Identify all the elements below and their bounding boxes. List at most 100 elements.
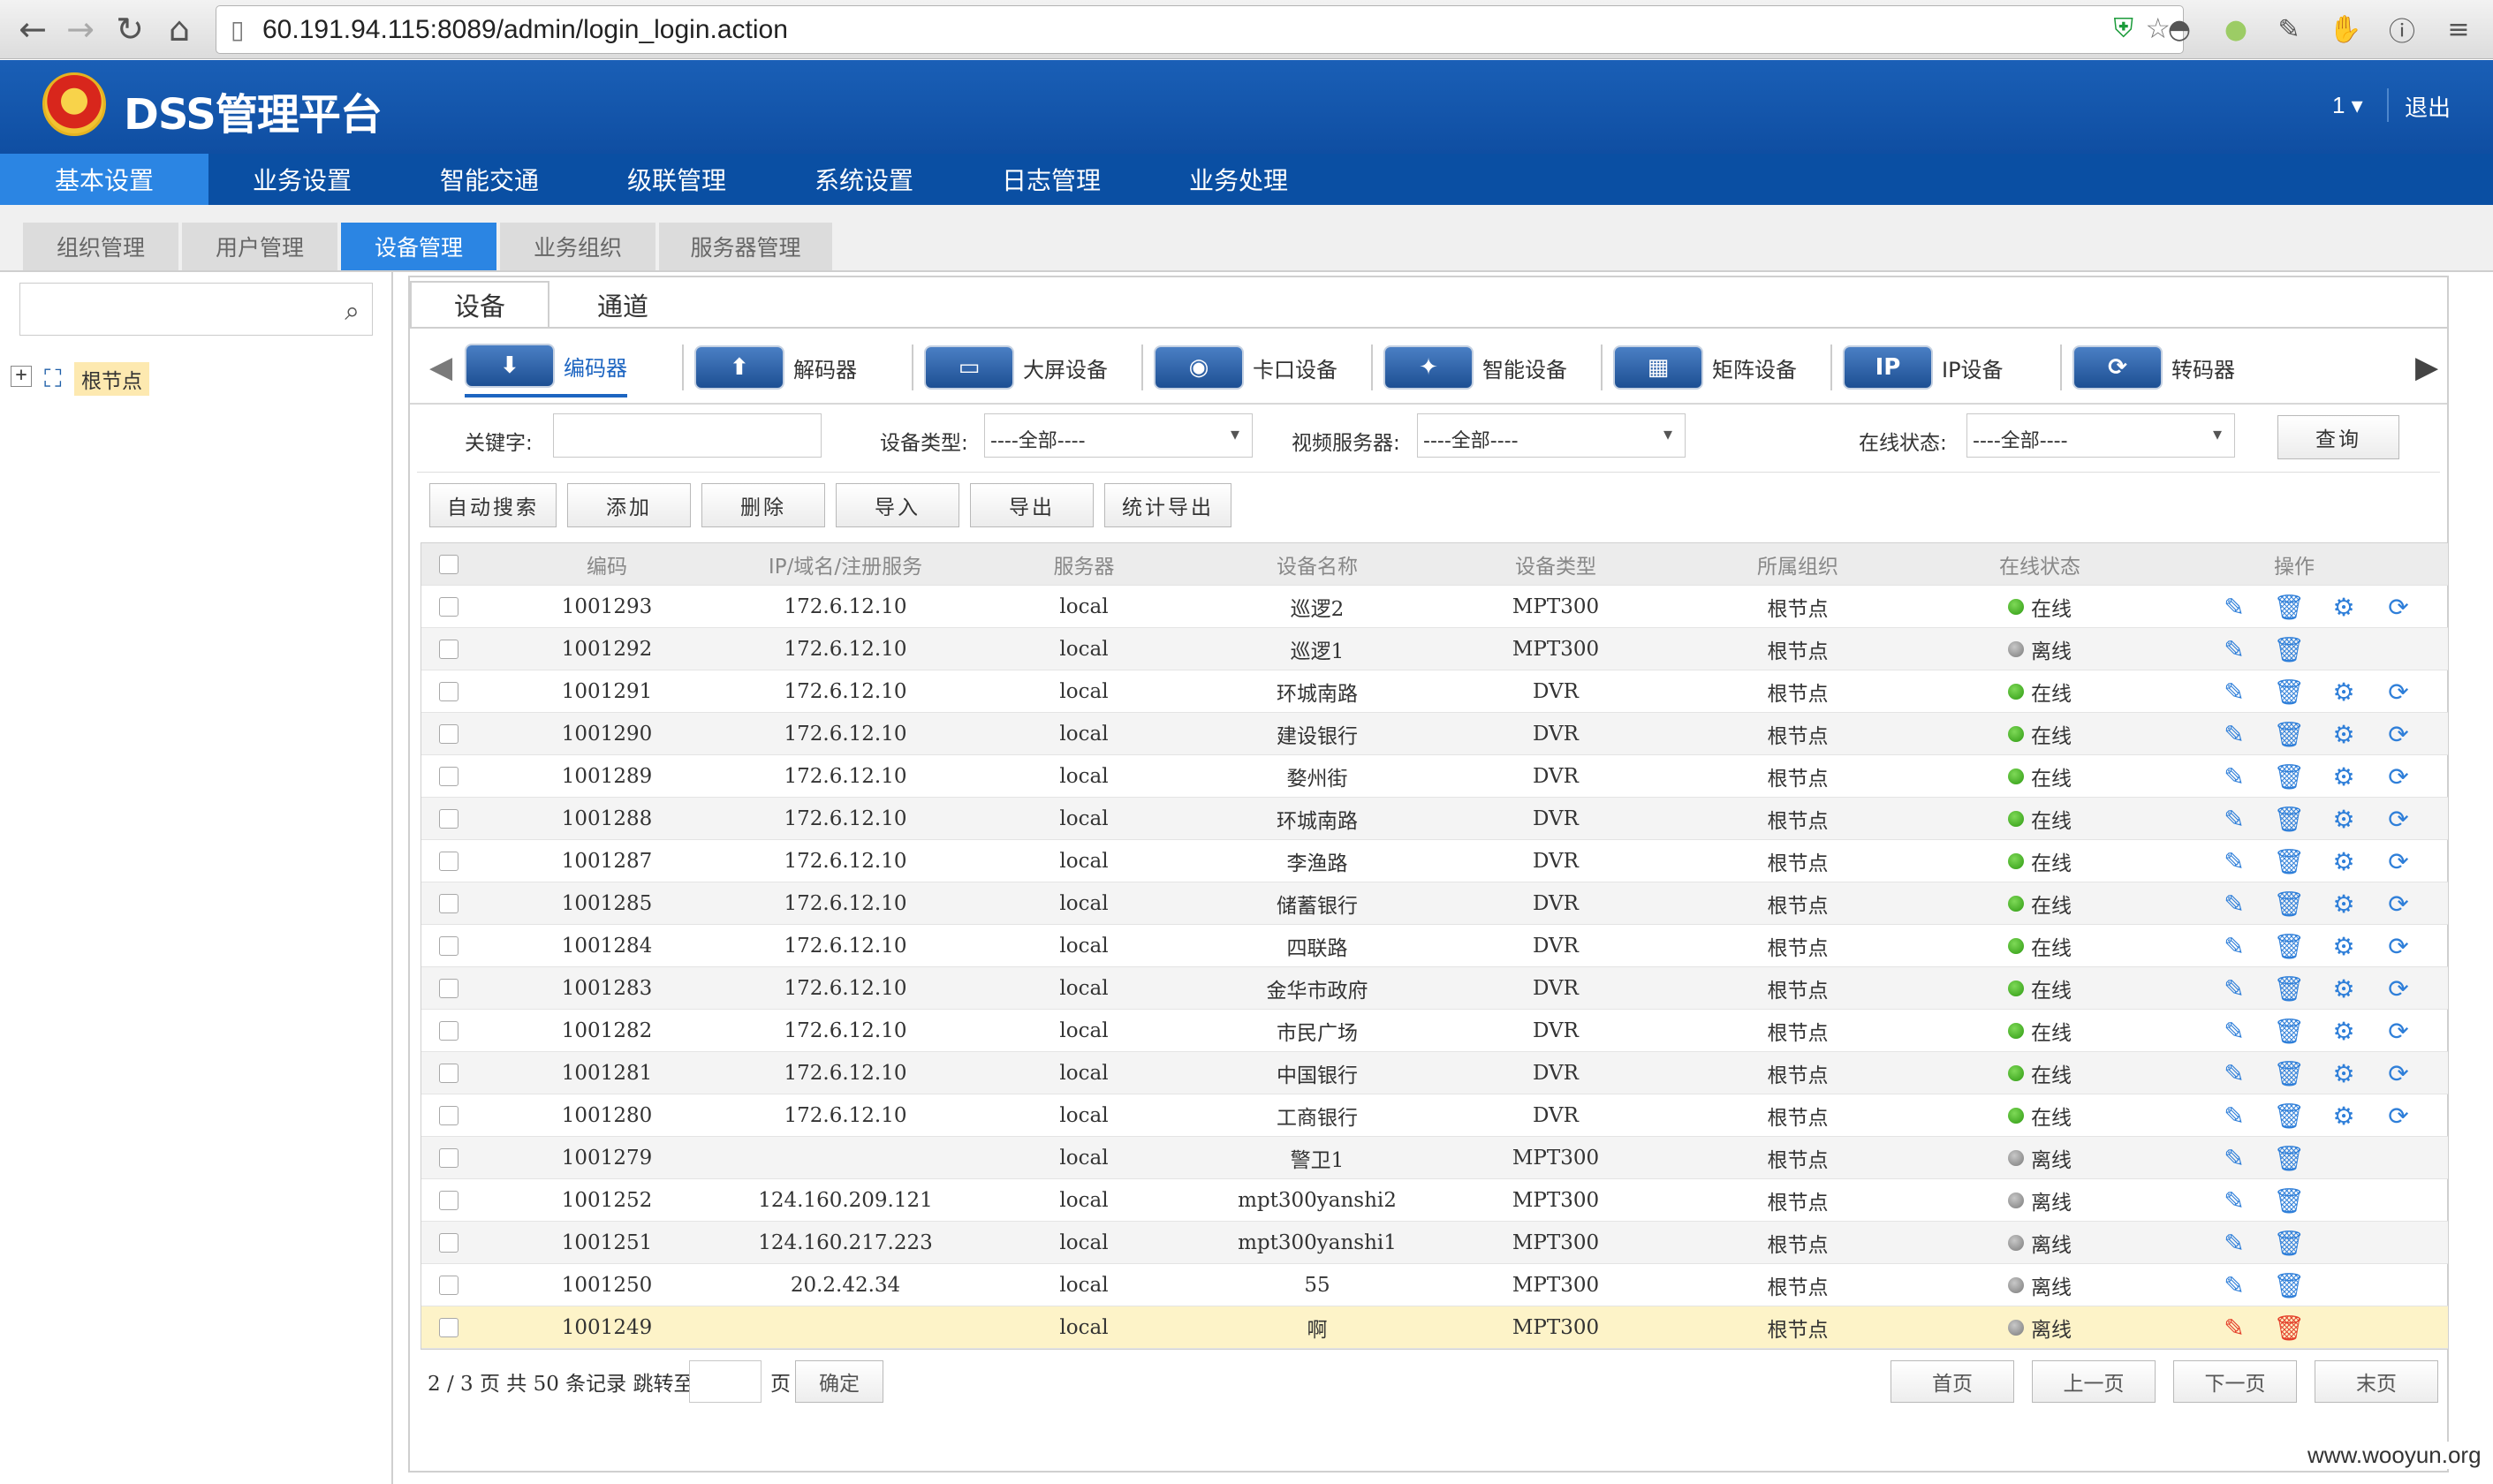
table-row[interactable]: 1001252 124.160.209.121 local mpt300yanshi2… xyxy=(421,1179,2448,1222)
col-header-ip[interactable]: IP/域名/注册服务 xyxy=(713,543,978,586)
table-row[interactable]: 1001287 172.6.12.10 local 李渔路 DVR 根节点 在线 ✎ 🗑 ⚙ ⟳ xyxy=(421,840,2448,882)
refresh-icon[interactable]: ⟳ xyxy=(2384,1017,2413,1046)
refresh-icon[interactable]: ⟳ xyxy=(2384,1102,2413,1131)
trash-icon[interactable]: 🗑 xyxy=(2273,974,2305,1003)
device-type-7[interactable]: ⟳ 转码器 xyxy=(2072,337,2235,398)
hand-extension-icon[interactable]: ✋ xyxy=(2329,12,2362,46)
gear-icon[interactable]: ⚙ xyxy=(2330,805,2358,834)
scroll-right-icon[interactable]: ▶ xyxy=(2415,350,2438,385)
gear-icon[interactable]: ⚙ xyxy=(2330,890,2358,919)
gear-icon[interactable]: ⚙ xyxy=(2330,593,2358,622)
gear-icon[interactable]: ⚙ xyxy=(2330,847,2358,876)
trash-icon[interactable]: 🗑 xyxy=(2273,1314,2305,1343)
address-bar[interactable]: ▯ 60.191.94.115:8089/admin/login_login.a… xyxy=(216,5,2184,54)
tab-org-management[interactable]: 组织管理 xyxy=(23,223,178,270)
tab-device-management[interactable]: 设备管理 xyxy=(341,223,496,270)
trash-icon[interactable]: 🗑 xyxy=(2273,1186,2305,1215)
refresh-icon[interactable]: ⟳ xyxy=(2384,593,2413,622)
prev-page-button[interactable]: 上一页 xyxy=(2032,1360,2156,1403)
gear-icon[interactable]: ⚙ xyxy=(2330,720,2358,749)
edit-icon[interactable]: ✎ xyxy=(2220,890,2248,919)
row-checkbox[interactable] xyxy=(437,713,460,755)
pen-extension-icon[interactable]: ✎ xyxy=(2272,12,2306,46)
select-all-checkbox[interactable] xyxy=(437,543,460,586)
device-type-6[interactable]: IP IP设备 xyxy=(1843,337,2004,398)
main-nav-item-business-settings[interactable]: 业务设置 xyxy=(208,154,396,205)
edit-icon[interactable]: ✎ xyxy=(2220,762,2248,791)
main-nav-item-log[interactable]: 日志管理 xyxy=(958,154,1145,205)
table-row[interactable]: 1001251 124.160.217.223 local mpt300yanshi1… xyxy=(421,1222,2448,1264)
edit-icon[interactable]: ✎ xyxy=(2220,678,2248,707)
edit-icon[interactable]: ✎ xyxy=(2220,1271,2248,1300)
edit-icon[interactable]: ✎ xyxy=(2220,932,2248,961)
trash-icon[interactable]: 🗑 xyxy=(2273,720,2305,749)
reload-icon[interactable]: ↻ xyxy=(110,9,150,49)
gear-icon[interactable]: ⚙ xyxy=(2330,1102,2358,1131)
table-row[interactable]: 1001284 172.6.12.10 local 四联路 DVR 根节点 在线 ✎ 🗑 ⚙ ⟳ xyxy=(421,925,2448,967)
table-row[interactable]: 1001293 172.6.12.10 local 巡逻2 MPT300 根节点 在线 ✎ 🗑 ⚙… xyxy=(421,586,2448,628)
trash-icon[interactable]: 🗑 xyxy=(2273,678,2305,707)
tree-search-input[interactable]: ⌕ xyxy=(19,283,373,336)
col-header-device-name[interactable]: 设备名称 xyxy=(1185,543,1450,586)
import-button[interactable]: 导入 xyxy=(836,483,959,527)
table-row[interactable]: 1001285 172.6.12.10 local 储蓄银行 DVR 根节点 在线 ✎ 🗑 ⚙ ⟳ xyxy=(421,882,2448,925)
edit-icon[interactable]: ✎ xyxy=(2220,1017,2248,1046)
table-row[interactable]: 1001281 172.6.12.10 local 中国银行 DVR 根节点 在线 ✎ 🗑 ⚙ ⟳ xyxy=(421,1052,2448,1094)
gear-icon[interactable]: ⚙ xyxy=(2330,762,2358,791)
gear-icon[interactable]: ⚙ xyxy=(2330,974,2358,1003)
tree-node-root[interactable]: 根节点 xyxy=(74,362,149,396)
online-status-select[interactable]: ----全部---- ▾ xyxy=(1966,413,2235,458)
row-checkbox[interactable] xyxy=(437,670,460,713)
row-checkbox[interactable] xyxy=(437,967,460,1010)
edit-icon[interactable]: ✎ xyxy=(2220,805,2248,834)
mask-extension-icon[interactable]: ◓ xyxy=(2163,12,2196,46)
edit-icon[interactable]: ✎ xyxy=(2220,974,2248,1003)
row-checkbox[interactable] xyxy=(437,1052,460,1094)
trash-icon[interactable]: 🗑 xyxy=(2273,1271,2305,1300)
edit-icon[interactable]: ✎ xyxy=(2220,593,2248,622)
col-header-code[interactable]: 编码 xyxy=(536,543,678,586)
trash-icon[interactable]: 🗑 xyxy=(2273,762,2305,791)
row-checkbox[interactable] xyxy=(437,798,460,840)
last-page-button[interactable]: 末页 xyxy=(2315,1360,2438,1403)
trash-icon[interactable]: 🗑 xyxy=(2273,1144,2305,1173)
refresh-icon[interactable]: ⟳ xyxy=(2384,847,2413,876)
refresh-icon[interactable]: ⟳ xyxy=(2384,805,2413,834)
device-type-4[interactable]: ✦ 智能设备 xyxy=(1383,337,1567,398)
row-checkbox[interactable] xyxy=(437,1137,460,1179)
tab-business-org[interactable]: 业务组织 xyxy=(500,223,655,270)
edit-icon[interactable]: ✎ xyxy=(2220,1102,2248,1131)
row-checkbox[interactable] xyxy=(437,882,460,925)
trash-icon[interactable]: 🗑 xyxy=(2273,847,2305,876)
row-checkbox[interactable] xyxy=(437,1094,460,1137)
refresh-icon[interactable]: ⟳ xyxy=(2384,890,2413,919)
edit-icon[interactable]: ✎ xyxy=(2220,720,2248,749)
col-header-device-type[interactable]: 设备类型 xyxy=(1485,543,1626,586)
col-header-server[interactable]: 服务器 xyxy=(1013,543,1155,586)
first-page-button[interactable]: 首页 xyxy=(1891,1360,2014,1403)
trash-icon[interactable]: 🗑 xyxy=(2273,890,2305,919)
row-checkbox[interactable] xyxy=(437,1179,460,1222)
trash-icon[interactable]: 🗑 xyxy=(2273,932,2305,961)
edit-icon[interactable]: ✎ xyxy=(2220,1314,2248,1343)
main-nav-item-business-process[interactable]: 业务处理 xyxy=(1145,154,1332,205)
refresh-icon[interactable]: ⟳ xyxy=(2384,720,2413,749)
table-row[interactable]: 1001283 172.6.12.10 local 金华市政府 DVR 根节点 在线 ✎ 🗑 ⚙ ⟳ xyxy=(421,967,2448,1010)
circle-extension-icon[interactable]: ● xyxy=(2219,12,2253,46)
row-checkbox[interactable] xyxy=(437,1010,460,1052)
device-type-0[interactable]: ⬇ 编码器 xyxy=(465,337,627,398)
stats-export-button[interactable]: 统计导出 xyxy=(1104,483,1231,527)
gear-icon[interactable]: ⚙ xyxy=(2330,1017,2358,1046)
edit-icon[interactable]: ✎ xyxy=(2220,635,2248,664)
search-icon[interactable]: ⌕ xyxy=(345,296,360,327)
device-type-5[interactable]: ▦ 矩阵设备 xyxy=(1613,337,1797,398)
edit-icon[interactable]: ✎ xyxy=(2220,1229,2248,1258)
logout-link[interactable]: 退出 xyxy=(2405,90,2451,123)
table-row[interactable]: 1001280 172.6.12.10 local 工商银行 DVR 根节点 在线 ✎ 🗑 ⚙ ⟳ xyxy=(421,1094,2448,1137)
home-icon[interactable]: ⌂ xyxy=(159,9,200,49)
table-row[interactable]: 1001291 172.6.12.10 local 环城南路 DVR 根节点 在线 ✎ 🗑 ⚙ ⟳ xyxy=(421,670,2448,713)
tab-server-management[interactable]: 服务器管理 xyxy=(659,223,832,270)
edit-icon[interactable]: ✎ xyxy=(2220,1144,2248,1173)
device-type-1[interactable]: ⬆ 解码器 xyxy=(694,337,857,398)
tab-devices[interactable]: 设备 xyxy=(410,281,549,329)
